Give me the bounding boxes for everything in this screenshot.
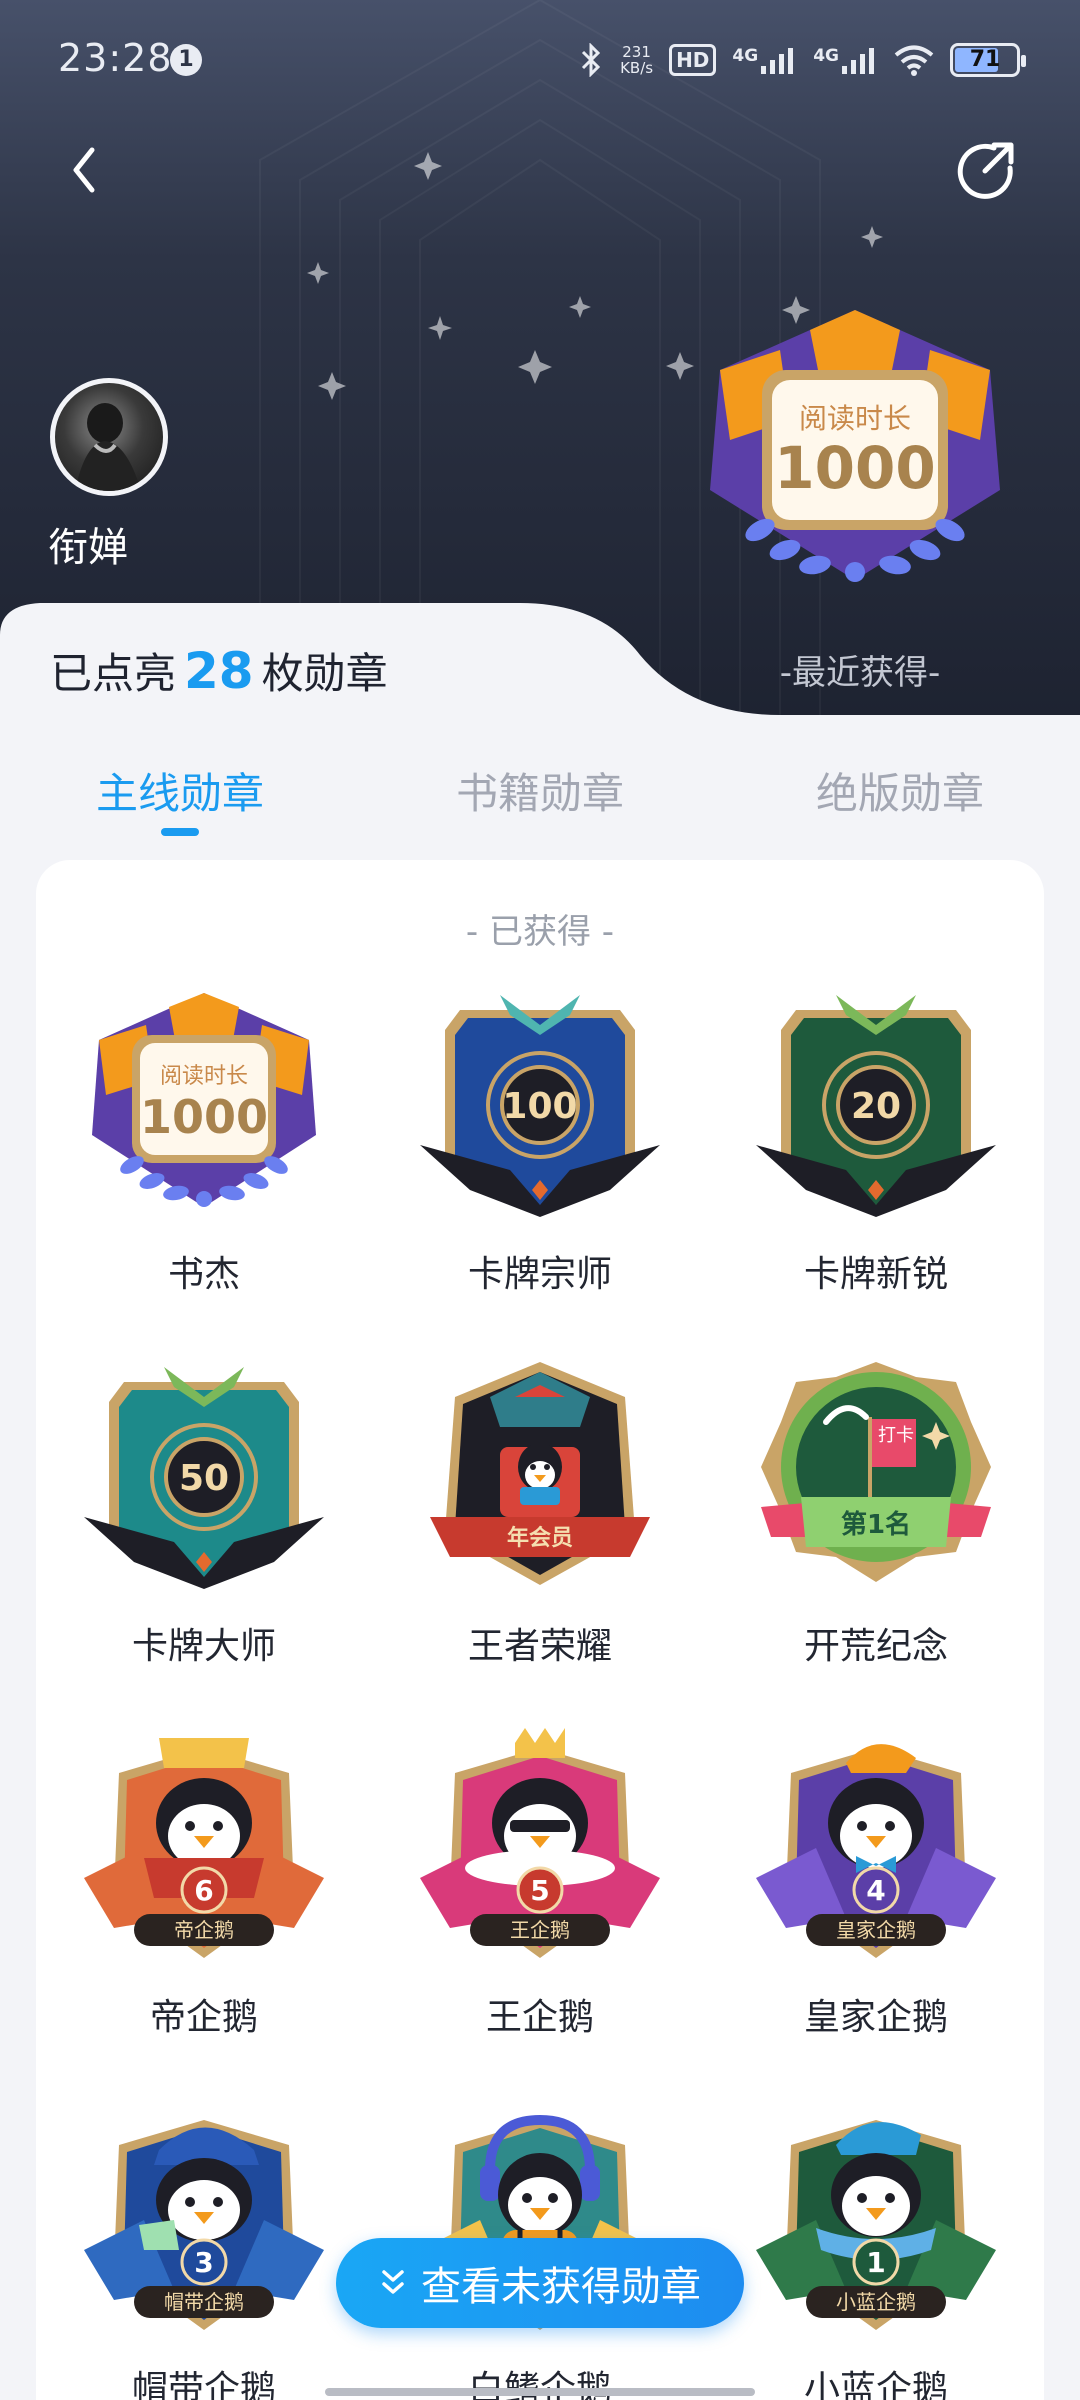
badge-name: 王者荣耀 bbox=[467, 1626, 612, 1667]
badge-name: 小蓝企鹅 bbox=[803, 2369, 948, 2400]
checkin-first-badge-icon: 打卡 第1名 bbox=[761, 1362, 991, 1582]
svg-text:1: 1 bbox=[866, 2246, 885, 2279]
battery-icon: 71 bbox=[950, 43, 1026, 77]
badge-item[interactable]: 1 小蓝企鹅 小蓝企鹅 bbox=[726, 2100, 1026, 2400]
signal-sim1: 4G bbox=[732, 46, 797, 74]
share-icon[interactable] bbox=[950, 135, 1020, 205]
avatar-image bbox=[75, 403, 141, 491]
hd-icon: HD bbox=[669, 44, 717, 76]
status-time: 23:28 bbox=[58, 36, 173, 80]
view-unearned-label: 查看未获得勋章 bbox=[421, 2264, 701, 2310]
badge-item[interactable]: 6 帝企鹅 帝企鹅 bbox=[54, 1728, 354, 2088]
svg-text:帽带企鹅: 帽带企鹅 bbox=[164, 2290, 244, 2314]
recent-label: -最近获得- bbox=[779, 653, 941, 693]
badge-name: 帽带企鹅 bbox=[131, 2369, 276, 2400]
view-unearned-badges-button[interactable]: 查看未获得勋章 bbox=[336, 2238, 744, 2328]
badge-item[interactable]: 50 卡牌大师 bbox=[54, 1357, 354, 1717]
tab-indicator bbox=[161, 828, 199, 836]
svg-text:年会员: 年会员 bbox=[507, 1525, 573, 1551]
svg-text:6: 6 bbox=[194, 1874, 213, 1907]
card-20-badge-icon: 20 bbox=[756, 995, 996, 1217]
tab-book-badges[interactable]: 书籍勋章 bbox=[390, 760, 690, 821]
back-arrow-icon[interactable] bbox=[60, 135, 110, 205]
badge-name: 帝企鹅 bbox=[149, 1997, 258, 2038]
notification-badge: 1 bbox=[170, 44, 202, 76]
badge-name: 卡牌宗师 bbox=[467, 1254, 612, 1295]
badge-name: 卡牌新锐 bbox=[803, 1254, 948, 1295]
svg-text:王企鹅: 王企鹅 bbox=[510, 1918, 570, 1942]
svg-text:20: 20 bbox=[851, 1086, 901, 1127]
home-indicator[interactable] bbox=[325, 2388, 755, 2396]
svg-text:打卡: 打卡 bbox=[878, 1425, 914, 1446]
section-title: - 已获得 - bbox=[465, 912, 615, 952]
badge-item[interactable]: 100 卡牌宗师 bbox=[390, 985, 690, 1345]
bluetooth-icon bbox=[582, 43, 601, 77]
badge-name: 皇家企鹅 bbox=[803, 1997, 948, 2038]
wifi-icon bbox=[894, 45, 934, 76]
signal-sim2: 4G bbox=[813, 46, 878, 74]
username: 衔婵 bbox=[48, 525, 128, 571]
badge-name: 书杰 bbox=[167, 1254, 240, 1295]
svg-text:第1名: 第1名 bbox=[841, 1509, 911, 1540]
tab-main-badges[interactable]: 主线勋章 bbox=[30, 760, 330, 821]
lit-count-line: 已点亮 28 枚勋章 bbox=[50, 642, 388, 700]
penguin-3-badge-icon: 3 帽带企鹅 bbox=[84, 2120, 324, 2330]
svg-text:100: 100 bbox=[502, 1086, 577, 1127]
badge-item[interactable]: 3 帽带企鹅 帽带企鹅 bbox=[54, 2100, 354, 2400]
badge-name: 卡牌大师 bbox=[131, 1626, 276, 1667]
svg-text:4: 4 bbox=[866, 1874, 885, 1907]
status-bar: 23:28 1 231 KB/s HD 4G 4G 71 bbox=[0, 0, 1080, 120]
signal-bars-icon bbox=[761, 48, 794, 74]
penguin-5-badge-icon: 5 王企鹅 bbox=[420, 1728, 660, 1958]
badge-name: 开荒纪念 bbox=[803, 1626, 948, 1667]
card-50-badge-icon: 50 bbox=[84, 1367, 324, 1589]
badge-item[interactable]: 打卡 第1名 开荒纪念 bbox=[726, 1357, 1026, 1717]
svg-text:50: 50 bbox=[179, 1458, 229, 1499]
svg-text:5: 5 bbox=[530, 1874, 549, 1907]
recent-badge-label: 阅读时长 bbox=[799, 402, 911, 435]
svg-text:3: 3 bbox=[194, 2246, 213, 2279]
header-banner: 23:28 1 231 KB/s HD 4G 4G 71 衔婵 阅读时长 100… bbox=[0, 0, 1080, 740]
svg-text:小蓝企鹅: 小蓝企鹅 bbox=[836, 2290, 916, 2314]
svg-text:1000: 1000 bbox=[140, 1090, 268, 1144]
signal-bars-icon bbox=[842, 48, 874, 74]
annual-member-badge-icon: 年会员 bbox=[430, 1362, 650, 1585]
svg-text:皇家企鹅: 皇家企鹅 bbox=[836, 1918, 916, 1942]
badge-card: - 已获得 - 阅读时长 1000 书杰 100 卡牌宗师 20 卡牌新锐 50… bbox=[36, 860, 1044, 2400]
avatar[interactable] bbox=[50, 378, 168, 496]
net-speed: 231 KB/s bbox=[620, 43, 654, 77]
badge-item[interactable]: 年会员 王者荣耀 bbox=[390, 1357, 690, 1717]
double-chevron-down-icon bbox=[382, 2270, 404, 2294]
svg-text:帝企鹅: 帝企鹅 bbox=[174, 1918, 234, 1942]
penguin-1-badge-icon: 1 小蓝企鹅 bbox=[756, 2120, 996, 2330]
badge-item[interactable]: 20 卡牌新锐 bbox=[726, 985, 1026, 1345]
status-icons: 231 KB/s HD 4G 4G 71 bbox=[578, 38, 1026, 82]
penguin-4-badge-icon: 4 皇家企鹅 bbox=[756, 1744, 996, 1958]
card-100-badge-icon: 100 bbox=[420, 995, 660, 1217]
tab-limited-badges[interactable]: 绝版勋章 bbox=[750, 760, 1050, 821]
badge-item[interactable]: 5 王企鹅 王企鹅 bbox=[390, 1728, 690, 2088]
svg-text:阅读时长: 阅读时长 bbox=[160, 1064, 248, 1089]
badge-name: 王企鹅 bbox=[485, 1997, 594, 2038]
badge-item[interactable]: 阅读时长 1000 书杰 bbox=[54, 985, 354, 1345]
recent-badge-number: 1000 bbox=[774, 434, 935, 502]
lit-count: 28 bbox=[184, 642, 254, 700]
recent-badge-icon[interactable]: 阅读时长 1000 bbox=[700, 310, 1010, 600]
penguin-6-badge-icon: 6 帝企鹅 bbox=[84, 1738, 324, 1958]
badge-item[interactable]: 4 皇家企鹅 皇家企鹅 bbox=[726, 1728, 1026, 2088]
reading-1000-badge-icon: 阅读时长 1000 bbox=[92, 993, 316, 1207]
